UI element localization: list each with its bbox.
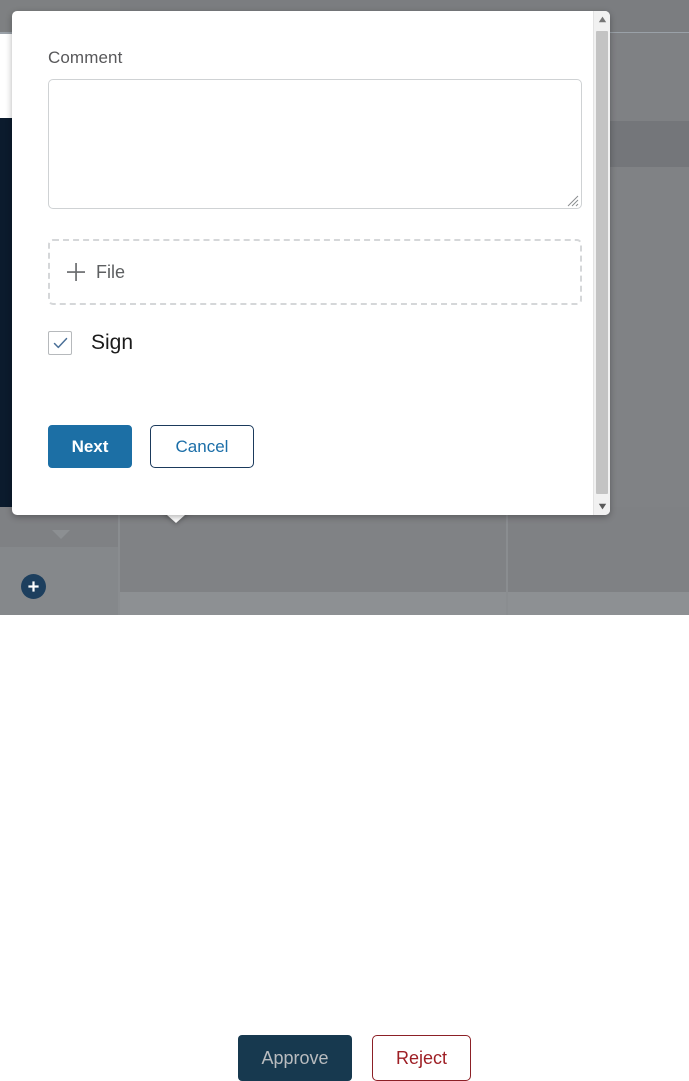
- reject-button[interactable]: Reject: [372, 1035, 471, 1081]
- triangle-up-icon[interactable]: [594, 11, 610, 28]
- scrollbar-thumb[interactable]: [596, 31, 608, 494]
- sign-label: Sign: [91, 331, 134, 354]
- triangle-down-icon[interactable]: [594, 498, 610, 515]
- background-column-divider-right: [506, 507, 508, 615]
- plus-circle-icon[interactable]: [21, 574, 46, 599]
- approval-popover: Comment File Sign Next Cancel: [12, 11, 610, 515]
- file-upload-label: File: [96, 261, 126, 282]
- background-sidebar-footer: [0, 547, 118, 615]
- check-icon: [53, 337, 67, 348]
- cancel-button[interactable]: Cancel: [150, 425, 254, 468]
- sign-checkbox-row[interactable]: Sign: [48, 331, 133, 355]
- sign-checkbox[interactable]: [48, 331, 72, 355]
- popover-scrollbar[interactable]: [593, 11, 610, 515]
- comment-input[interactable]: [48, 79, 582, 209]
- plus-icon: [67, 263, 85, 281]
- chevron-down-icon[interactable]: [52, 530, 70, 539]
- popover-content: Comment File Sign Next Cancel: [12, 11, 594, 515]
- approve-button[interactable]: Approve: [238, 1035, 352, 1081]
- comment-label: Comment: [48, 48, 123, 67]
- file-upload-dropzone[interactable]: File: [48, 239, 582, 305]
- popover-action-buttons: Next Cancel: [48, 425, 254, 468]
- next-button[interactable]: Next: [48, 425, 132, 468]
